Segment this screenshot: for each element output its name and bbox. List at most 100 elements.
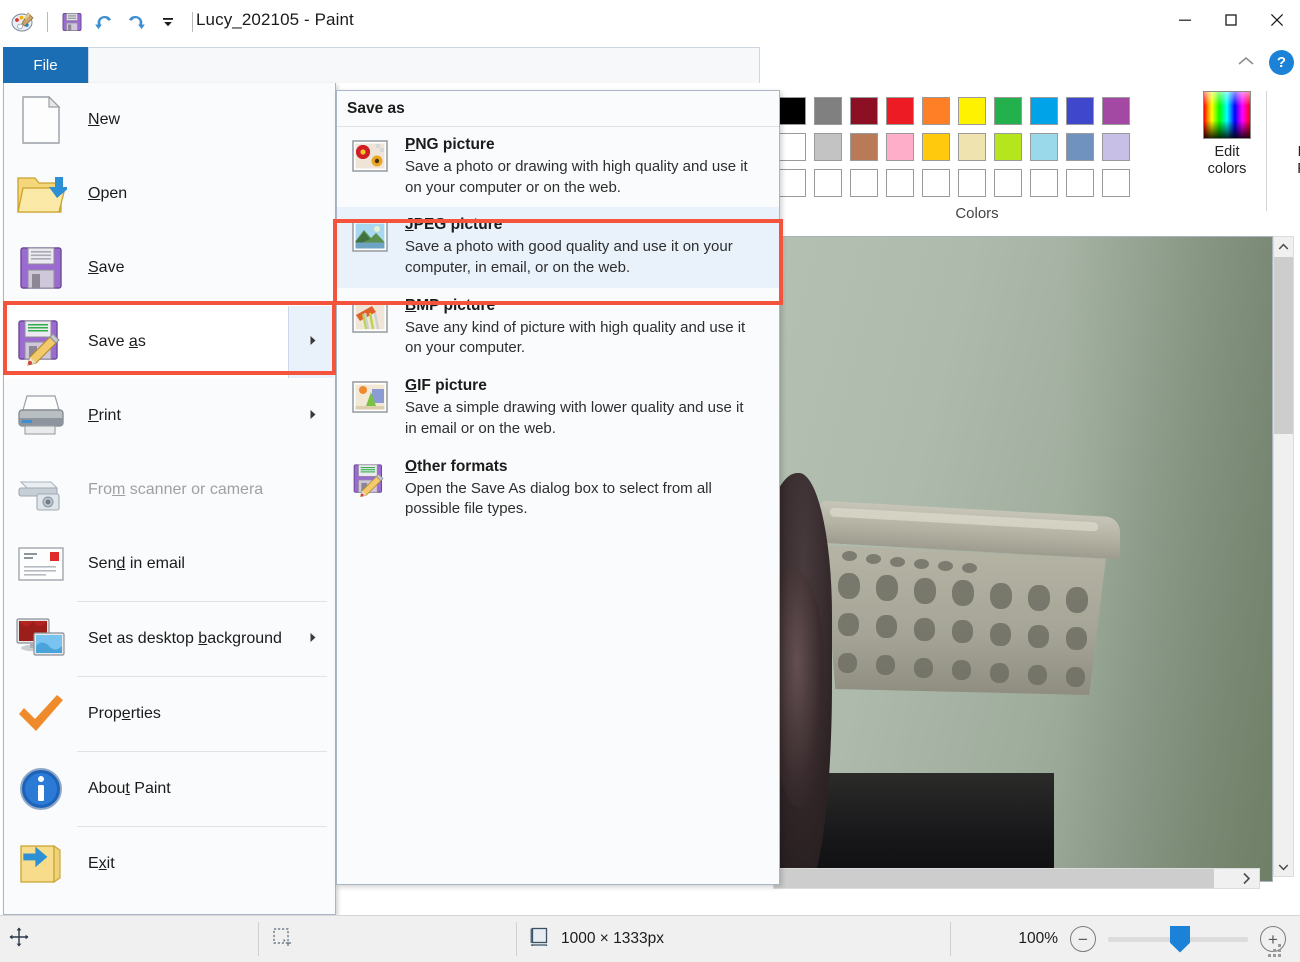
close-button[interactable] bbox=[1254, 0, 1300, 40]
file-menu-item-properties[interactable]: Properties bbox=[4, 677, 335, 751]
undo-icon[interactable] bbox=[89, 7, 119, 37]
window-title: Lucy_202105 - Paint bbox=[196, 10, 354, 29]
color-swatch-r3-c9[interactable] bbox=[1062, 165, 1098, 201]
color-swatch-r3-c5[interactable] bbox=[918, 165, 954, 201]
customize-qat-icon[interactable] bbox=[153, 7, 183, 37]
file-menu-item-new[interactable]: New bbox=[4, 83, 335, 157]
ribbon-controls: ? bbox=[1237, 50, 1294, 75]
qat-separator-2 bbox=[192, 12, 193, 32]
desktop-background-icon bbox=[14, 612, 68, 666]
color-swatch-r2-c4[interactable] bbox=[882, 129, 918, 165]
color-swatch-r3-c2[interactable] bbox=[810, 165, 846, 201]
file-menu-item-send-in-email[interactable]: Send in email bbox=[4, 527, 335, 601]
exit-icon bbox=[14, 837, 68, 891]
color-swatch-r1-c7[interactable] bbox=[990, 93, 1026, 129]
file-menu-item-label: Set as desktop background bbox=[88, 630, 282, 647]
color-swatch-r1-c10[interactable] bbox=[1098, 93, 1134, 129]
jpeg-landscape-icon bbox=[347, 216, 393, 256]
file-menu-item-about-paint[interactable]: About Paint bbox=[4, 752, 335, 826]
swatch-fill bbox=[778, 97, 806, 125]
save-as-item-description: Save a simple drawing with lower quality… bbox=[405, 399, 744, 437]
canvas-photo bbox=[774, 237, 1272, 881]
swatch-fill bbox=[814, 169, 842, 197]
edit-colors-label-line1: Edit bbox=[1214, 144, 1240, 160]
color-swatch-r3-c4[interactable] bbox=[882, 165, 918, 201]
redo-icon[interactable] bbox=[121, 7, 151, 37]
help-icon[interactable]: ? bbox=[1269, 50, 1294, 75]
save-as-item-description: Save a photo or drawing with high qualit… bbox=[405, 158, 748, 196]
color-swatch-r3-c3[interactable] bbox=[846, 165, 882, 201]
color-swatch-r1-c4[interactable] bbox=[882, 93, 918, 129]
chevron-up-icon[interactable] bbox=[1237, 54, 1255, 72]
save-as-item-gif-picture[interactable]: GIF picture Save a simple drawing with lo… bbox=[337, 368, 779, 448]
status-bar: 1000 × 1333px 100% − + bbox=[0, 915, 1300, 962]
image-canvas[interactable] bbox=[773, 236, 1273, 882]
scroll-down-icon[interactable] bbox=[1274, 857, 1293, 876]
vertical-scroll-thumb[interactable] bbox=[1274, 257, 1293, 434]
swatch-fill bbox=[994, 133, 1022, 161]
scroll-up-icon[interactable] bbox=[1274, 237, 1293, 256]
zoom-level-label: 100% bbox=[1018, 930, 1058, 947]
save-as-item-jpeg-picture[interactable]: JPEG picture Save a photo with good quali… bbox=[337, 207, 779, 288]
vertical-scrollbar[interactable] bbox=[1273, 236, 1294, 877]
edit-with-paint3d-button[interactable]: Edit with Paint 3D bbox=[1280, 91, 1300, 177]
file-menu-item-save-as[interactable]: Save as bbox=[4, 305, 335, 379]
color-swatch-r1-c3[interactable] bbox=[846, 93, 882, 129]
file-menu-item-label: Save as bbox=[88, 333, 146, 350]
save-as-item-title: BMP picture bbox=[405, 296, 496, 314]
color-swatch-r2-c2[interactable] bbox=[810, 129, 846, 165]
swatch-fill bbox=[886, 169, 914, 197]
save-as-item-png-picture[interactable]: PNG picture Save a photo or drawing with … bbox=[337, 127, 779, 207]
minimize-button[interactable] bbox=[1162, 0, 1208, 40]
file-menu-item-label: Print bbox=[88, 407, 121, 424]
save-as-item-bmp-picture[interactable]: BMP picture Save any kind of picture with… bbox=[337, 288, 779, 368]
zoom-out-button[interactable]: − bbox=[1070, 926, 1096, 952]
swatch-fill bbox=[922, 169, 950, 197]
color-swatch-r3-c7[interactable] bbox=[990, 165, 1026, 201]
horizontal-scroll-thumb[interactable] bbox=[774, 869, 1214, 888]
zoom-slider[interactable] bbox=[1108, 925, 1248, 953]
save-as-item-description: Save any kind of picture with high quali… bbox=[405, 318, 746, 357]
gif-cone-icon bbox=[347, 377, 393, 417]
color-swatch-r2-c8[interactable] bbox=[1026, 129, 1062, 165]
quick-access-toolbar bbox=[8, 6, 200, 38]
file-menu-item-save[interactable]: Save bbox=[4, 231, 335, 305]
maximize-button[interactable] bbox=[1208, 0, 1254, 40]
color-swatch-r2-c6[interactable] bbox=[954, 129, 990, 165]
save-icon[interactable] bbox=[57, 7, 87, 37]
paint-palette-icon[interactable] bbox=[8, 7, 38, 37]
color-spectrum-icon bbox=[1203, 91, 1251, 139]
color-swatch-r1-c2[interactable] bbox=[810, 93, 846, 129]
color-swatch-r3-c10[interactable] bbox=[1098, 165, 1134, 201]
horizontal-scrollbar[interactable] bbox=[773, 868, 1260, 889]
selection-size-icon bbox=[270, 925, 294, 954]
file-menu-item-label: Exit bbox=[88, 855, 115, 872]
swatch-fill bbox=[958, 169, 986, 197]
color-palette[interactable] bbox=[774, 93, 1134, 201]
color-swatch-r2-c9[interactable] bbox=[1062, 129, 1098, 165]
color-swatch-r1-c8[interactable] bbox=[1026, 93, 1062, 129]
zoom-slider-thumb[interactable] bbox=[1170, 925, 1190, 953]
color-swatch-r3-c8[interactable] bbox=[1026, 165, 1062, 201]
file-menu-item-print[interactable]: Print bbox=[4, 379, 335, 453]
color-swatch-r2-c3[interactable] bbox=[846, 129, 882, 165]
color-swatch-r2-c7[interactable] bbox=[990, 129, 1026, 165]
resize-grip-icon[interactable] bbox=[1268, 944, 1282, 958]
color-swatch-r2-c10[interactable] bbox=[1098, 129, 1134, 165]
color-swatch-r1-c9[interactable] bbox=[1062, 93, 1098, 129]
scroll-right-icon[interactable] bbox=[1234, 869, 1259, 888]
file-menu-item-open[interactable]: Open bbox=[4, 157, 335, 231]
color-swatch-r1-c6[interactable] bbox=[954, 93, 990, 129]
tab-file[interactable]: File bbox=[3, 47, 88, 83]
edit-colors-button[interactable]: Edit colors bbox=[1194, 91, 1260, 177]
cursor-position-icon bbox=[8, 926, 30, 953]
title-bar: Lucy_202105 - Paint bbox=[0, 0, 1300, 45]
save-as-item-title: JPEG picture bbox=[405, 216, 503, 234]
file-menu-item-exit[interactable]: Exit bbox=[4, 827, 335, 901]
save-as-item-other-formats[interactable]: Other formats Open the Save As dialog box… bbox=[337, 449, 779, 529]
file-menu-item-set-as-desktop-background[interactable]: Set as desktop background bbox=[4, 602, 335, 676]
color-swatch-r3-c6[interactable] bbox=[954, 165, 990, 201]
color-swatch-r1-c5[interactable] bbox=[918, 93, 954, 129]
status-divider-1 bbox=[258, 922, 259, 956]
color-swatch-r2-c5[interactable] bbox=[918, 129, 954, 165]
